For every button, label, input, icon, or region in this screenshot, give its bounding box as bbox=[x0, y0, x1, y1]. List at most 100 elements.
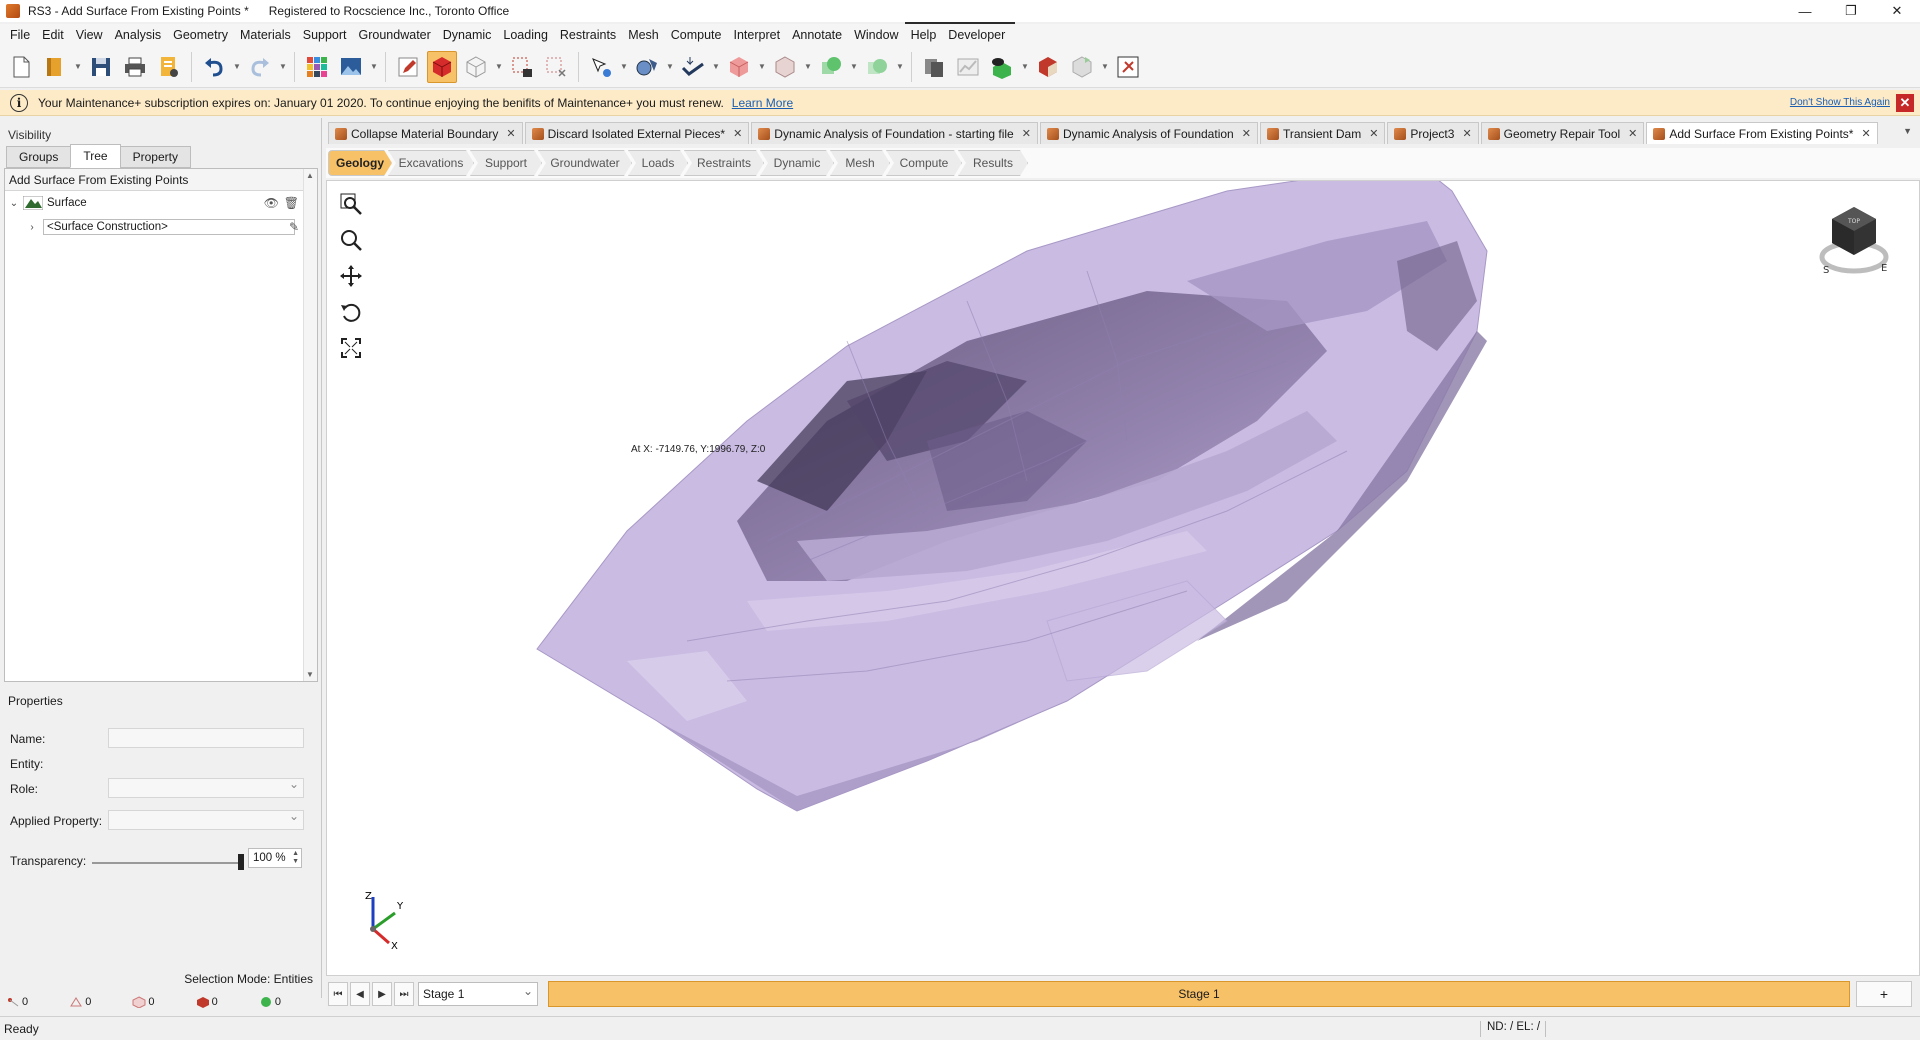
print-button[interactable] bbox=[120, 51, 150, 83]
chevron-down-icon[interactable]: ▼ bbox=[804, 62, 812, 71]
workflow-support[interactable]: Support bbox=[470, 150, 542, 176]
collapse-chevron-icon[interactable]: ⌄ bbox=[5, 198, 23, 209]
chevron-down-icon[interactable]: ▼ bbox=[1101, 62, 1109, 71]
chevron-down-icon[interactable]: ▼ bbox=[370, 62, 378, 71]
group-cube-button[interactable] bbox=[1067, 51, 1097, 83]
solid-view-button[interactable] bbox=[427, 50, 457, 83]
dont-show-again-link[interactable]: Don't Show This Again bbox=[1790, 97, 1890, 108]
workflow-loads[interactable]: Loads bbox=[628, 150, 688, 176]
rotate-button[interactable] bbox=[337, 297, 365, 327]
open-file-button[interactable] bbox=[40, 51, 70, 83]
pan-button[interactable] bbox=[337, 261, 365, 291]
transparency-slider-handle[interactable] bbox=[238, 854, 244, 870]
zoom-window-button[interactable] bbox=[337, 189, 365, 219]
close-tab-icon[interactable]: ✕ bbox=[1628, 127, 1637, 140]
visibility-button[interactable] bbox=[987, 51, 1017, 83]
close-tab-icon[interactable]: ✕ bbox=[1242, 127, 1251, 140]
wireframe-view-button[interactable] bbox=[461, 51, 491, 83]
expand-chevron-icon[interactable]: › bbox=[23, 222, 41, 233]
workflow-dynamic[interactable]: Dynamic bbox=[760, 150, 834, 176]
chevron-down-icon[interactable]: ▼ bbox=[233, 62, 241, 71]
stage-select[interactable]: Stage 1 bbox=[418, 982, 538, 1006]
menu-materials[interactable]: Materials bbox=[234, 28, 297, 42]
menu-geometry[interactable]: Geometry bbox=[167, 28, 234, 42]
applied-property-select[interactable] bbox=[108, 809, 304, 830]
maximize-button[interactable]: ❐ bbox=[1828, 0, 1874, 22]
doc-tab-4[interactable]: Dynamic Analysis of Foundation ✕ bbox=[1039, 122, 1258, 144]
lock-selection-button[interactable] bbox=[507, 51, 537, 83]
role-select[interactable] bbox=[108, 777, 304, 798]
project-settings-button[interactable] bbox=[154, 51, 184, 83]
menu-developer[interactable]: Developer bbox=[942, 28, 1011, 42]
close-tab-icon[interactable]: ✕ bbox=[1462, 127, 1471, 140]
chevron-down-icon[interactable]: ▼ bbox=[620, 62, 628, 71]
shapes-tool-button[interactable] bbox=[632, 51, 662, 83]
first-stage-button[interactable]: ⏮ bbox=[328, 982, 348, 1006]
terrain-tool-button[interactable] bbox=[678, 51, 708, 83]
scroll-up-icon[interactable]: ▲ bbox=[306, 171, 314, 180]
doc-tab-6[interactable]: Project3 ✕ bbox=[1387, 122, 1479, 144]
box-tool-button[interactable] bbox=[724, 51, 754, 83]
trash-icon[interactable]: 🗑 bbox=[284, 196, 299, 210]
doc-tab-5[interactable]: Transient Dam ✕ bbox=[1259, 122, 1386, 144]
measure-button[interactable] bbox=[1113, 51, 1143, 83]
chevron-down-icon[interactable]: ▼ bbox=[758, 62, 766, 71]
menu-restraints[interactable]: Restraints bbox=[554, 28, 622, 42]
boolean-union-button[interactable] bbox=[816, 51, 846, 83]
menu-edit[interactable]: Edit bbox=[36, 28, 70, 42]
scroll-down-icon[interactable]: ▼ bbox=[306, 670, 314, 679]
next-stage-button[interactable]: ▶ bbox=[372, 982, 392, 1006]
tab-property[interactable]: Property bbox=[119, 146, 191, 168]
workflow-geology[interactable]: Geology bbox=[328, 150, 392, 176]
menu-interpret[interactable]: Interpret bbox=[728, 28, 787, 42]
menu-analysis[interactable]: Analysis bbox=[109, 28, 168, 42]
zoom-extents-button[interactable] bbox=[337, 333, 365, 363]
doc-tab-7[interactable]: Geometry Repair Tool ✕ bbox=[1480, 122, 1645, 144]
material-cube-button[interactable] bbox=[1033, 51, 1063, 83]
chevron-down-icon[interactable]: ▼ bbox=[1021, 62, 1029, 71]
last-stage-button[interactable]: ⏭ bbox=[394, 982, 414, 1006]
spinner-icon[interactable]: ▲ ▼ bbox=[292, 850, 299, 866]
close-button[interactable]: ✕ bbox=[1874, 0, 1920, 22]
name-field[interactable] bbox=[108, 728, 304, 748]
menu-view[interactable]: View bbox=[70, 28, 109, 42]
menu-loading[interactable]: Loading bbox=[497, 28, 554, 42]
tree-row-construction[interactable]: › <Surface Construction> ✎ bbox=[5, 215, 317, 239]
eye-icon[interactable]: 👁 bbox=[264, 196, 279, 210]
extrude-tool-button[interactable] bbox=[770, 51, 800, 83]
tree-scrollbar[interactable]: ▲ ▼ bbox=[303, 169, 317, 681]
select-tool-button[interactable] bbox=[586, 51, 616, 83]
tab-groups[interactable]: Groups bbox=[6, 146, 72, 168]
tab-tree[interactable]: Tree bbox=[70, 144, 121, 168]
menu-compute[interactable]: Compute bbox=[665, 28, 728, 42]
chevron-down-icon[interactable]: ▼ bbox=[896, 62, 904, 71]
minimize-button[interactable]: — bbox=[1782, 0, 1828, 22]
doc-tab-8[interactable]: Add Surface From Existing Points* ✕ bbox=[1646, 122, 1878, 144]
stage-tab[interactable]: Stage 1 bbox=[548, 981, 1850, 1007]
tab-list-chevron-icon[interactable]: ▼ bbox=[1903, 126, 1912, 136]
chevron-down-icon[interactable]: ▼ bbox=[495, 62, 503, 71]
zoom-button[interactable] bbox=[337, 225, 365, 255]
menu-help[interactable]: Help bbox=[905, 28, 943, 42]
close-tab-icon[interactable]: ✕ bbox=[506, 127, 515, 140]
menu-annotate[interactable]: Annotate bbox=[786, 28, 848, 42]
add-stage-button[interactable]: + bbox=[1856, 981, 1912, 1007]
close-tab-icon[interactable]: ✕ bbox=[1022, 127, 1031, 140]
chevron-down-icon[interactable]: ▼ bbox=[74, 62, 82, 71]
redo-button[interactable] bbox=[245, 51, 275, 83]
doc-tab-1[interactable]: Collapse Material Boundary ✕ bbox=[328, 122, 523, 144]
menu-window[interactable]: Window bbox=[848, 28, 904, 42]
close-tab-icon[interactable]: ✕ bbox=[733, 127, 742, 140]
boolean-intersect-button[interactable] bbox=[862, 51, 892, 83]
menu-groundwater[interactable]: Groundwater bbox=[353, 28, 437, 42]
chevron-down-icon[interactable]: ▼ bbox=[279, 62, 287, 71]
workflow-excavations[interactable]: Excavations bbox=[388, 150, 474, 176]
chevron-down-icon[interactable]: ▼ bbox=[850, 62, 858, 71]
workflow-mesh[interactable]: Mesh bbox=[830, 150, 890, 176]
navigation-cube[interactable]: TOP S E bbox=[1809, 201, 1899, 281]
clear-selection-button[interactable] bbox=[541, 51, 571, 83]
doc-tab-3[interactable]: Dynamic Analysis of Foundation - startin… bbox=[751, 122, 1038, 144]
undo-button[interactable] bbox=[199, 51, 229, 83]
notice-close-button[interactable]: ✕ bbox=[1896, 94, 1914, 112]
new-file-button[interactable] bbox=[6, 51, 36, 83]
